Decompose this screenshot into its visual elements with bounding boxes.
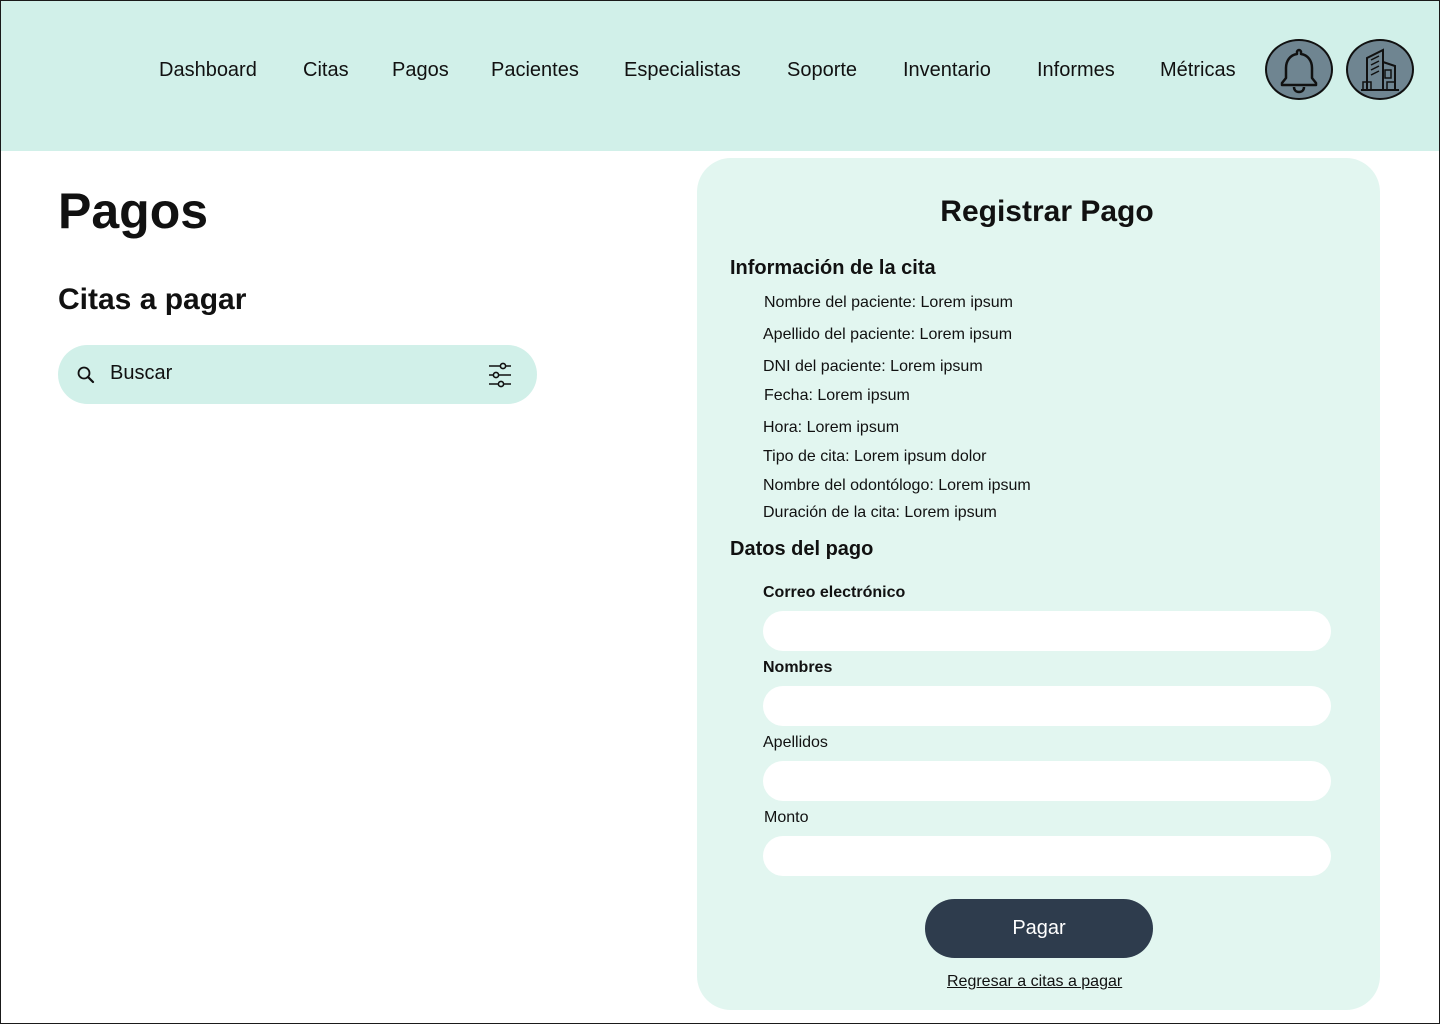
nav-item-citas[interactable]: Citas bbox=[303, 58, 349, 82]
nav-item-metricas[interactable]: Métricas bbox=[1160, 58, 1236, 82]
first-names-label: Nombres bbox=[763, 659, 833, 676]
top-nav-bar: Dashboard Citas Pagos Pacientes Especial… bbox=[0, 0, 1440, 151]
nav-item-pagos[interactable]: Pagos bbox=[392, 58, 449, 82]
info-dentist-name: Nombre del odontólogo: Lorem ipsum bbox=[763, 477, 1031, 494]
info-date: Fecha: Lorem ipsum bbox=[764, 387, 910, 404]
payment-data-heading: Datos del pago bbox=[730, 538, 874, 560]
info-patient-name: Nombre del paciente: Lorem ipsum bbox=[764, 294, 1014, 311]
payment-panel: Registrar Pago Información de la cita No… bbox=[697, 158, 1380, 1010]
email-field[interactable] bbox=[763, 611, 1331, 651]
nav-item-especialistas[interactable]: Especialistas bbox=[624, 58, 741, 82]
nav-item-dashboard[interactable]: Dashboard bbox=[159, 58, 257, 82]
info-time: Hora: Lorem ipsum bbox=[763, 419, 900, 436]
search-bar[interactable]: Buscar bbox=[58, 345, 537, 404]
back-to-appointments-link[interactable]: Regresar a citas a pagar bbox=[947, 972, 1122, 992]
amount-field[interactable] bbox=[763, 836, 1331, 876]
panel-title: Registrar Pago bbox=[940, 195, 1154, 228]
building-icon bbox=[1361, 47, 1399, 91]
last-names-field[interactable] bbox=[763, 761, 1331, 801]
bell-icon bbox=[1280, 48, 1318, 93]
notifications-button[interactable] bbox=[1265, 39, 1333, 100]
nav-item-soporte[interactable]: Soporte bbox=[787, 58, 857, 82]
email-label: Correo electrónico bbox=[763, 584, 906, 601]
nav-item-informes[interactable]: Informes bbox=[1037, 58, 1115, 82]
filter-icon[interactable] bbox=[488, 362, 512, 388]
company-button[interactable] bbox=[1346, 39, 1414, 100]
page-title: Pagos bbox=[58, 183, 209, 239]
appointment-info-heading: Información de la cita bbox=[730, 257, 936, 279]
section-title: Citas a pagar bbox=[58, 283, 247, 316]
search-icon bbox=[77, 366, 95, 384]
amount-label: Monto bbox=[764, 809, 809, 826]
info-duration: Duración de la cita: Lorem ipsum bbox=[763, 504, 997, 521]
search-input[interactable]: Buscar bbox=[110, 361, 172, 385]
nav-item-pacientes[interactable]: Pacientes bbox=[491, 58, 579, 82]
first-names-field[interactable] bbox=[763, 686, 1331, 726]
info-patient-dni: DNI del paciente: Lorem ipsum bbox=[763, 358, 983, 375]
info-appointment-type: Tipo de cita: Lorem ipsum dolor bbox=[763, 448, 987, 465]
last-names-label: Apellidos bbox=[763, 734, 828, 751]
nav-item-inventario[interactable]: Inventario bbox=[903, 58, 991, 82]
info-patient-surname: Apellido del paciente: Lorem ipsum bbox=[763, 326, 1013, 343]
pay-button[interactable]: Pagar bbox=[925, 899, 1153, 958]
